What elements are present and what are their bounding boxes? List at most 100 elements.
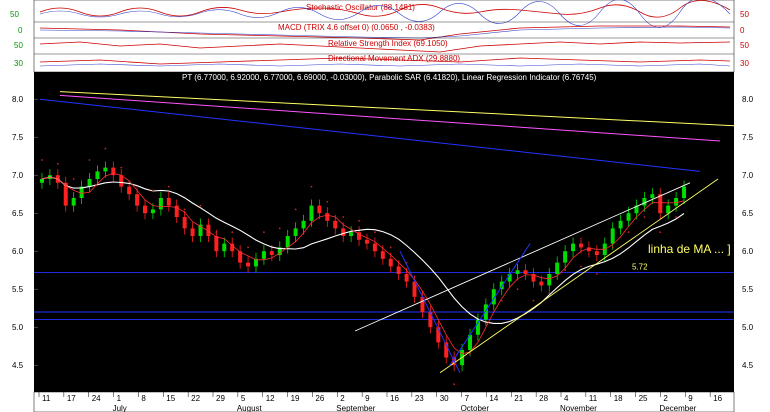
candle-body [39,179,44,183]
x-tick-label: 12 [266,394,275,403]
candle-body [650,194,655,198]
candle-body [372,243,377,252]
y-tick-left: 7.5 [12,133,24,142]
x-tick-label: 17 [67,394,76,403]
x-tick-label: 11 [42,394,51,403]
y-tick-right: 6.5 [742,209,754,218]
candle-body [119,175,124,187]
candle-body [182,217,187,229]
candle-body [135,194,140,206]
sar-dot [548,292,551,294]
y-tick-left: 6.0 [12,247,24,256]
y-tick-right: 5.0 [742,323,754,332]
sar-dot [294,208,297,211]
sar-dot [136,185,138,188]
sar-dot [437,322,440,325]
x-tick-label: 18 [614,394,623,403]
candle-body [222,243,227,252]
candle-body [388,258,393,267]
y-tick-right: 6.0 [742,247,754,256]
indicator-4-left-tick: 30 [14,59,23,68]
sar-dot [342,216,345,218]
x-tick-label: 16 [390,394,399,403]
sar-dot [120,166,123,169]
indicator-2-label: MACD (TRIX 4.6 offset 0) (0.0650 , -0.03… [278,23,435,32]
month-label: October [461,404,490,412]
sar-dot [373,231,376,234]
y-tick-left: 7.0 [12,171,24,180]
candle-body [626,213,631,221]
x-axis: 11 17 24 1 8 15 22 29 5 12 19 26 2 9 16 23 30 7 14 21 28 4 11 1… [33,391,735,412]
candle-body [71,198,76,206]
x-tick-label: 15 [166,394,175,403]
x-tick-label: 19 [291,394,300,403]
candle-body [143,205,148,214]
candle-body [618,220,623,229]
sar-dot [183,208,186,211]
candle-body [380,251,385,259]
candle-body [674,198,679,206]
y-tick-right: 5.5 [742,285,754,294]
x-tick-label: 5 [241,394,246,403]
candle-body [246,262,251,267]
x-tick-label: 25 [639,394,648,403]
x-tick-label: 29 [216,394,225,403]
x-tick-label: 9 [365,394,370,403]
indicator-panels: Stochastic Oscillator (88.1481) 50 50 MA… [10,0,749,73]
candle-body [158,198,163,210]
sar-dot [310,185,313,188]
candle-body [539,281,544,286]
sar-dot [627,231,630,234]
candle-body [594,251,599,255]
candle-body [515,270,520,274]
sar-dot [453,383,456,386]
sar-dot [358,219,360,222]
indicator-2-left-tick: 0 [18,26,23,35]
annotation-ma: linha de MA ... ] [648,242,731,256]
sar-dot [611,246,614,249]
x-tick-label: 22 [191,394,200,403]
candle-body [95,171,100,179]
candle-body [317,205,322,214]
sar-dot [643,216,646,218]
candle-body [309,205,314,221]
month-label: September [336,404,375,412]
sar-dot [231,231,234,234]
sar-dot [247,246,249,249]
x-tick-label: 21 [514,394,523,403]
indicator-3-right-tick: 50 [740,41,749,50]
x-tick-label: 30 [440,394,449,403]
candle-body [349,232,354,236]
candle-body [341,228,346,236]
candle-body [150,209,155,214]
x-tick-label: 2 [663,394,668,403]
x-tick-label: 23 [415,394,424,403]
sar-dot [326,200,329,203]
x-tick-label: 14 [489,394,498,403]
candle-body [190,228,195,236]
x-tick-label: 11 [589,394,598,403]
candle-body [103,167,108,172]
x-tick-label: 8 [141,394,146,403]
y-tick-right: 7.0 [742,171,754,180]
candle-body [127,186,132,195]
y-tick-left: 5.5 [12,285,24,294]
sar-dot [675,216,678,218]
candle-body [325,213,330,221]
candle-body [285,236,290,248]
sar-dot [41,159,43,161]
candle-body [333,220,338,229]
month-label: July [113,404,127,412]
annotation-level: 5.72 [632,262,648,271]
sar-dot [152,189,154,192]
candle-body [571,243,576,252]
sar-dot [580,265,582,268]
x-tick-label: 9 [688,394,693,403]
sar-dot [278,227,281,230]
candle-body [682,186,687,198]
sar-dot [532,299,535,302]
x-tick-label: 28 [539,394,548,403]
x-tick-label: 4 [564,394,569,403]
sar-dot [263,231,265,234]
y-tick-right: 7.5 [742,133,754,142]
